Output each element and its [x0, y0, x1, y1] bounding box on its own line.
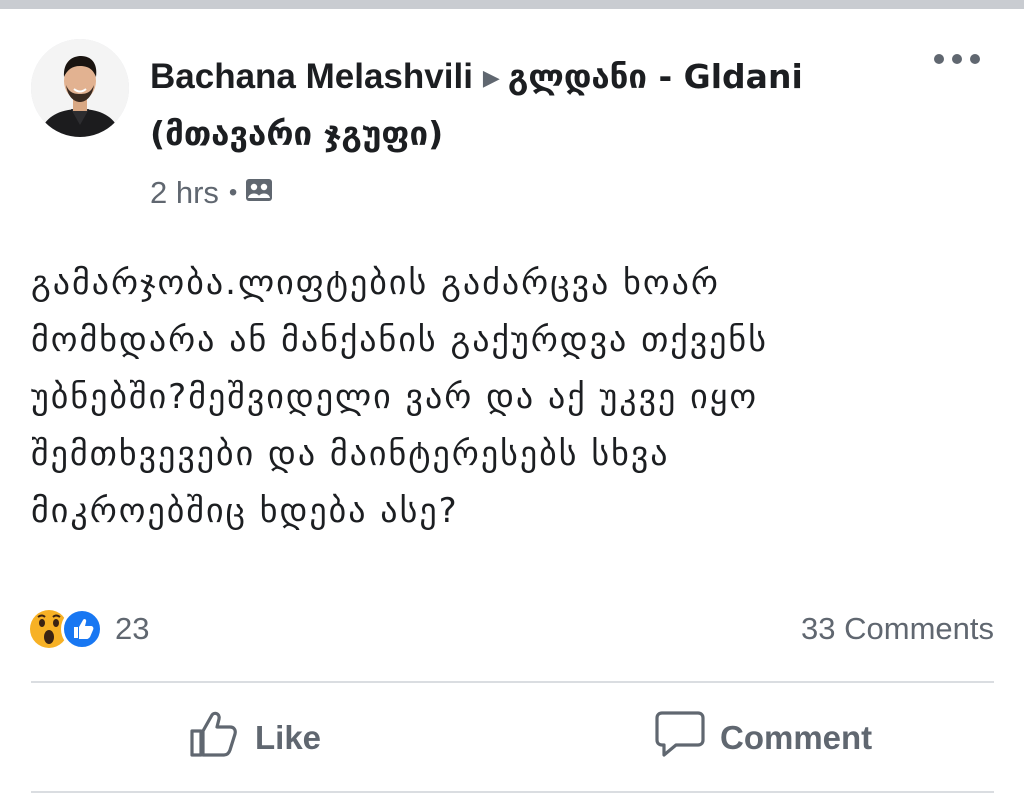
reactions-summary[interactable]: 23 [29, 607, 149, 651]
more-options-icon[interactable] [934, 47, 980, 71]
top-strip [0, 0, 1024, 9]
post-header-title: Bachana Melashvili ▶ გლდანი - Gldani (მთავ… [150, 49, 890, 162]
post-timestamp[interactable]: 2 hrs [150, 175, 219, 211]
like-label: Like [255, 719, 322, 756]
speech-bubble-icon [654, 710, 706, 766]
post-meta: 2 hrs • [150, 173, 273, 213]
reaction-count: 23 [115, 611, 150, 646]
group-audience-icon [245, 175, 273, 211]
post-body: გამარჯობა.ლიფტების გაძარცვა ხოარ მომხდარ… [31, 263, 768, 531]
comment-button[interactable]: Comment [654, 709, 872, 767]
author-name[interactable]: Bachana Melashvili [150, 57, 473, 96]
like-reaction-icon [61, 608, 103, 650]
divider [31, 681, 994, 683]
comment-label: Comment [720, 719, 873, 756]
thumbs-up-icon [189, 710, 241, 766]
meta-separator: • [228, 179, 238, 206]
share-arrow-icon: ▶ [482, 65, 500, 90]
avatar[interactable] [31, 39, 129, 137]
avatar-photo [31, 39, 129, 137]
like-button[interactable]: Like [189, 709, 321, 767]
post-card: Bachana Melashvili ▶ გლდანი - Gldani (მთავ… [0, 9, 1024, 793]
comments-count[interactable]: 33 Comments [801, 607, 994, 651]
